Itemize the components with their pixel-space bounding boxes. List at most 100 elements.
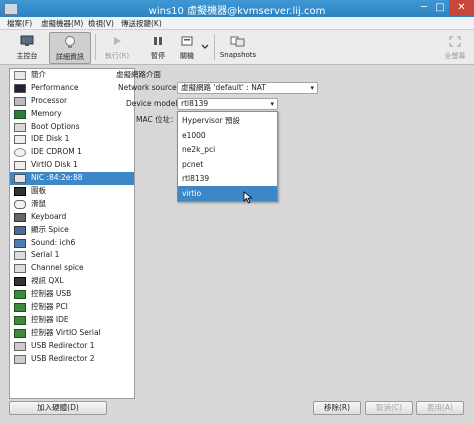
monitor-icon bbox=[20, 35, 34, 46]
sidebar-item-label: USB Redirector 1 bbox=[31, 340, 95, 350]
network-source-select[interactable]: 虛擬網路 'default' : NAT ▾ bbox=[177, 82, 318, 94]
details-button[interactable]: 詳細資訊 bbox=[49, 32, 91, 64]
cancel-button[interactable]: 取消(C) bbox=[365, 401, 413, 415]
model-option[interactable]: pcnet bbox=[178, 157, 277, 172]
disk-icon bbox=[14, 135, 26, 145]
sidebar-item[interactable]: USB Redirector 1 bbox=[10, 340, 134, 353]
play-icon bbox=[114, 37, 121, 45]
device-model-select[interactable]: rtl8139 ▾ bbox=[177, 98, 278, 110]
sidebar-item[interactable]: 滑鼠 bbox=[10, 198, 134, 211]
model-option[interactable]: ne2k_pci bbox=[178, 142, 277, 157]
remove-button[interactable]: 移除(R) bbox=[313, 401, 361, 415]
sidebar-item[interactable]: 顯示 Spice bbox=[10, 224, 134, 237]
model-option-selected[interactable]: virtio bbox=[178, 186, 277, 201]
menu-send-key[interactable]: 傳送按鍵(K) bbox=[121, 18, 162, 29]
performance-icon bbox=[14, 83, 26, 93]
sidebar-item[interactable]: 控制器 USB bbox=[10, 288, 134, 301]
sidebar-item-label: Channel spice bbox=[31, 263, 84, 273]
sidebar-item[interactable]: 控制器 IDE bbox=[10, 314, 134, 327]
shutdown-button[interactable]: 關機 bbox=[176, 32, 198, 62]
controller-icon bbox=[14, 328, 26, 338]
controller-icon bbox=[14, 290, 26, 300]
sidebar-item[interactable]: 控制器 VirtIO Serial bbox=[10, 327, 134, 340]
lightbulb-icon bbox=[65, 36, 75, 48]
menu-vm[interactable]: 虛擬機器(M) bbox=[41, 18, 83, 29]
shutdown-menu-button[interactable] bbox=[199, 32, 211, 62]
video-icon bbox=[14, 277, 26, 287]
sidebar-item[interactable]: Memory bbox=[10, 108, 134, 121]
power-icon bbox=[181, 36, 193, 46]
model-option[interactable]: e1000 bbox=[178, 128, 277, 143]
sidebar-item[interactable]: 視訊 QXL bbox=[10, 275, 134, 288]
toolbar-separator bbox=[214, 34, 215, 60]
mouse-icon bbox=[14, 199, 26, 209]
snapshots-button[interactable]: Snapshots bbox=[218, 32, 258, 62]
sidebar-item[interactable]: Sound: ich6 bbox=[10, 237, 134, 250]
sound-icon bbox=[14, 238, 26, 248]
maximize-button[interactable]: □ bbox=[432, 0, 448, 16]
sidebar-item-label: 控制器 PCI bbox=[31, 302, 68, 312]
model-option[interactable]: rtl8139 bbox=[178, 171, 277, 186]
sidebar-item-label: Keyboard bbox=[31, 211, 67, 221]
fullscreen-button[interactable]: 全螢幕 bbox=[438, 32, 472, 62]
fullscreen-icon bbox=[449, 36, 461, 47]
fullscreen-label: 全螢幕 bbox=[444, 52, 466, 60]
model-option[interactable]: Hypervisor 預設 bbox=[178, 113, 277, 128]
sidebar-item[interactable]: USB Redirector 2 bbox=[10, 353, 134, 366]
network-source-label: Network source: bbox=[118, 83, 180, 92]
menu-file[interactable]: 檔案(F) bbox=[7, 18, 32, 29]
sidebar-item[interactable]: IDE Disk 1 bbox=[10, 133, 134, 146]
tablet-icon bbox=[14, 187, 26, 197]
sidebar-item-label: 顯示 Spice bbox=[31, 224, 69, 234]
memory-icon bbox=[14, 109, 26, 119]
section-title: 虛擬網路介面 bbox=[116, 70, 161, 79]
sidebar-item[interactable]: Serial 1 bbox=[10, 249, 134, 262]
apply-button[interactable]: 套用(A) bbox=[416, 401, 464, 415]
sidebar-item[interactable]: NIC :84:2e:88 bbox=[10, 172, 134, 186]
sidebar-item-label: 圖板 bbox=[31, 186, 46, 196]
window-title: wins10 虛擬機器@kvmserver.lij.com bbox=[148, 6, 326, 17]
channel-icon bbox=[14, 264, 26, 274]
run-label: 執行(R) bbox=[104, 52, 130, 60]
serial-icon bbox=[14, 251, 26, 261]
minimize-button[interactable]: ─ bbox=[416, 0, 432, 16]
sidebar-item[interactable]: Performance bbox=[10, 82, 134, 95]
sidebar-item[interactable]: 控制器 PCI bbox=[10, 301, 134, 314]
add-hardware-button[interactable]: 加入硬體(D) bbox=[9, 401, 107, 415]
sidebar-item[interactable]: Keyboard bbox=[10, 211, 134, 224]
pause-label: 暫停 bbox=[151, 52, 165, 60]
controller-icon bbox=[14, 315, 26, 325]
pause-icon bbox=[154, 37, 162, 45]
sidebar-item-label: 視訊 QXL bbox=[31, 276, 64, 286]
title-bar: wins10 虛擬機器@kvmserver.lij.com ─ □ ✕ bbox=[0, 0, 474, 17]
keyboard-icon bbox=[14, 212, 26, 222]
sidebar-item[interactable]: Boot Options bbox=[10, 121, 134, 134]
pause-button[interactable]: 暫停 bbox=[143, 32, 173, 62]
device-model-label: Device model: bbox=[126, 99, 180, 108]
menu-view[interactable]: 檢視(V) bbox=[88, 18, 114, 29]
hardware-list[interactable]: 簡介 Performance Processor Memory Boot Options… bbox=[9, 68, 135, 399]
mouse-pointer-icon bbox=[243, 191, 253, 204]
sidebar-item[interactable]: 圖板 bbox=[10, 185, 134, 198]
run-button[interactable]: 執行(R) bbox=[102, 32, 132, 62]
sidebar-item-label: Memory bbox=[31, 108, 62, 118]
sidebar-item[interactable]: Channel spice bbox=[10, 262, 134, 275]
boot-options-icon bbox=[14, 122, 26, 132]
processor-icon bbox=[14, 96, 26, 106]
close-button[interactable]: ✕ bbox=[449, 0, 474, 16]
console-button[interactable]: 主控台 bbox=[10, 32, 44, 62]
sidebar-item[interactable]: Processor bbox=[10, 95, 134, 108]
display-icon bbox=[14, 225, 26, 235]
sidebar-item-label: Performance bbox=[31, 82, 79, 92]
sidebar-item-label: 簡介 bbox=[31, 70, 46, 79]
sidebar-item-label: 控制器 USB bbox=[31, 289, 72, 299]
mac-address-label: MAC 位址： bbox=[136, 115, 178, 124]
sidebar-item-label: NIC :84:2e:88 bbox=[31, 173, 83, 183]
sidebar-item-label: 控制器 VirtIO Serial bbox=[31, 327, 101, 337]
sidebar-item-label: Processor bbox=[31, 95, 68, 105]
sidebar-item[interactable]: VirtIO Disk 1 bbox=[10, 159, 134, 172]
controller-icon bbox=[14, 303, 26, 313]
sidebar-item[interactable]: IDE CDROM 1 bbox=[10, 146, 134, 159]
menu-bar: 檔案(F) 虛擬機器(M) 檢視(V) 傳送按鍵(K) bbox=[0, 17, 474, 30]
sidebar-item-label: USB Redirector 2 bbox=[31, 353, 95, 363]
